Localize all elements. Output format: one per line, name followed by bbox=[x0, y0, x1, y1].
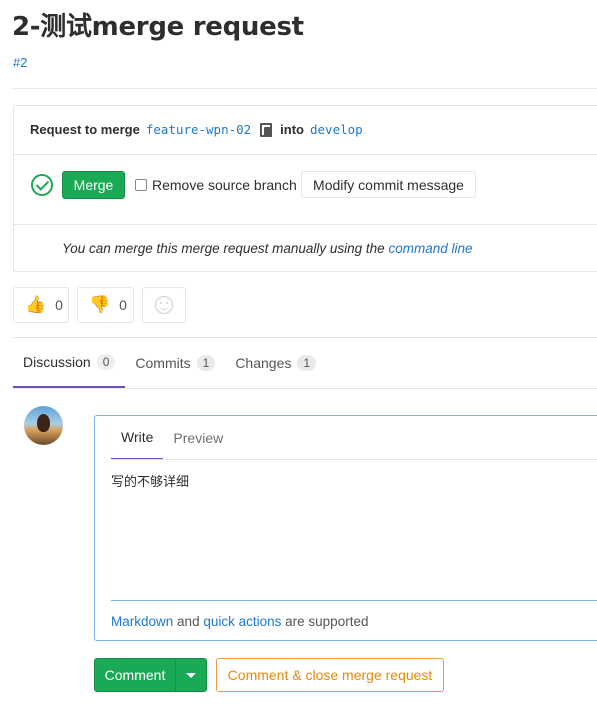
supported-text: are supported bbox=[285, 614, 369, 629]
editor-footer: Markdown and quick actions are supported bbox=[111, 614, 368, 629]
markdown-link[interactable]: Markdown bbox=[111, 614, 173, 629]
thumbsdown-icon: 👎 bbox=[89, 295, 111, 314]
comment-editor: Write Preview 写的不够详细 Markdown and quick … bbox=[94, 415, 597, 641]
manual-merge-text: You can merge this merge request manuall… bbox=[62, 241, 473, 256]
thumbsup-count: 0 bbox=[55, 297, 63, 313]
mr-tabs: Discussion 0 Commits 1 Changes 1 bbox=[13, 338, 326, 388]
tab-changes[interactable]: Changes 1 bbox=[225, 338, 326, 388]
page-title: 2-测试merge request bbox=[12, 12, 304, 42]
target-branch-link[interactable]: develop bbox=[310, 122, 363, 137]
comment-dropdown-toggle[interactable] bbox=[176, 659, 206, 691]
tab-label: Changes bbox=[235, 355, 292, 371]
check-circle-icon bbox=[31, 174, 53, 196]
comment-textarea[interactable]: 写的不够详细 bbox=[111, 471, 591, 591]
remove-source-branch-label: Remove source branch bbox=[152, 177, 297, 193]
merge-widget-header: Request to merge feature-wpn-02 into dev… bbox=[30, 122, 363, 137]
command-line-link[interactable]: command line bbox=[388, 241, 472, 256]
merge-widget: Request to merge feature-wpn-02 into dev… bbox=[13, 105, 597, 272]
comment-button[interactable]: Comment bbox=[95, 659, 176, 691]
tab-label: Commits bbox=[135, 355, 191, 371]
source-branch-link[interactable]: feature-wpn-02 bbox=[146, 122, 251, 137]
thumbsdown-count: 0 bbox=[119, 297, 127, 313]
divider bbox=[13, 388, 597, 389]
into-label: into bbox=[280, 122, 304, 137]
divider bbox=[111, 459, 597, 460]
divider bbox=[14, 154, 597, 155]
count-badge: 1 bbox=[297, 355, 317, 371]
remove-source-branch-checkbox[interactable]: Remove source branch bbox=[135, 177, 297, 193]
tab-preview[interactable]: Preview bbox=[163, 416, 233, 460]
manual-merge-label: You can merge this merge request manuall… bbox=[62, 241, 385, 256]
mr-id-link[interactable]: #2 bbox=[13, 55, 27, 70]
request-to-merge-label: Request to merge bbox=[30, 122, 140, 137]
tab-label: Discussion bbox=[23, 354, 91, 370]
merge-button[interactable]: Merge bbox=[62, 171, 125, 199]
tab-write[interactable]: Write bbox=[111, 416, 164, 460]
chevron-down-icon bbox=[186, 672, 196, 678]
thumbsup-award-button[interactable]: 👍 0 bbox=[13, 287, 69, 323]
count-badge: 1 bbox=[196, 355, 216, 371]
divider bbox=[14, 224, 597, 225]
editor-tabs: Write Preview bbox=[111, 416, 233, 460]
divider bbox=[111, 600, 597, 601]
thumbsup-icon: 👍 bbox=[25, 295, 47, 314]
modify-commit-message-button[interactable]: Modify commit message bbox=[301, 171, 476, 198]
quick-actions-link[interactable]: quick actions bbox=[203, 614, 281, 629]
copy-icon[interactable] bbox=[260, 122, 273, 137]
smiley-icon bbox=[155, 296, 173, 314]
and-text: and bbox=[177, 614, 200, 629]
count-badge: 0 bbox=[96, 354, 116, 370]
comment-close-button[interactable]: Comment & close merge request bbox=[216, 658, 444, 692]
add-reaction-button[interactable] bbox=[142, 287, 186, 323]
comment-button-group: Comment bbox=[94, 658, 207, 692]
divider bbox=[13, 88, 597, 89]
avatar[interactable] bbox=[24, 406, 63, 445]
tab-discussion[interactable]: Discussion 0 bbox=[13, 338, 126, 388]
tab-commits[interactable]: Commits 1 bbox=[125, 338, 225, 388]
thumbsdown-award-button[interactable]: 👎 0 bbox=[77, 287, 134, 323]
checkbox-box[interactable] bbox=[135, 179, 147, 191]
